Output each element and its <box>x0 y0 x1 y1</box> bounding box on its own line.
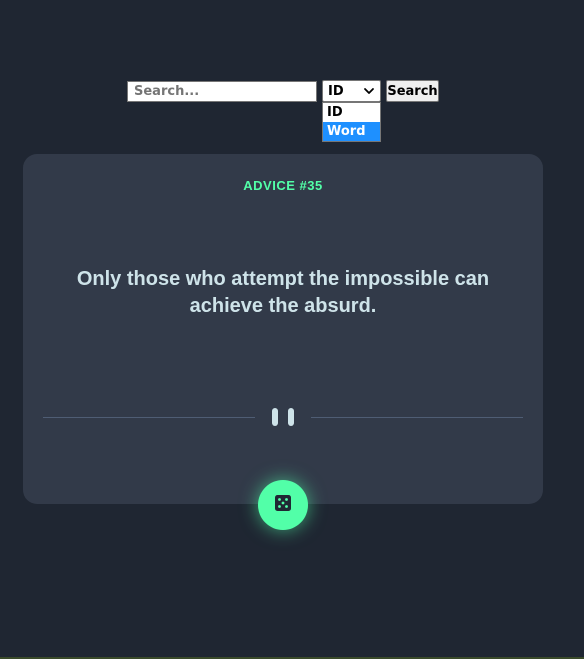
pattern-divider <box>43 406 523 428</box>
chevron-down-icon <box>363 85 375 97</box>
advice-card: ADVICE #35 Only those who attempt the im… <box>23 154 543 504</box>
search-input[interactable] <box>127 80 317 102</box>
advice-app: { "search": { "placeholder": "Search..."… <box>0 0 584 659</box>
filter-dropdown-list: ID Word <box>322 102 381 142</box>
search-button[interactable]: Search <box>386 80 439 102</box>
advice-quote: Only those who attempt the impossible ca… <box>76 268 490 317</box>
filter-option-id[interactable]: ID <box>323 103 380 122</box>
divider-line-left <box>43 417 255 418</box>
advice-id-label: ADVICE #35 <box>243 178 323 193</box>
filter-select-value: ID <box>328 83 344 99</box>
dice-icon <box>274 494 292 516</box>
divider-line-right <box>311 417 523 418</box>
search-form: ID Search <box>127 80 439 102</box>
new-advice-button[interactable] <box>258 480 308 530</box>
pause-icon <box>272 408 294 426</box>
filter-select[interactable]: ID <box>322 80 381 102</box>
filter-option-word[interactable]: Word <box>323 122 380 141</box>
